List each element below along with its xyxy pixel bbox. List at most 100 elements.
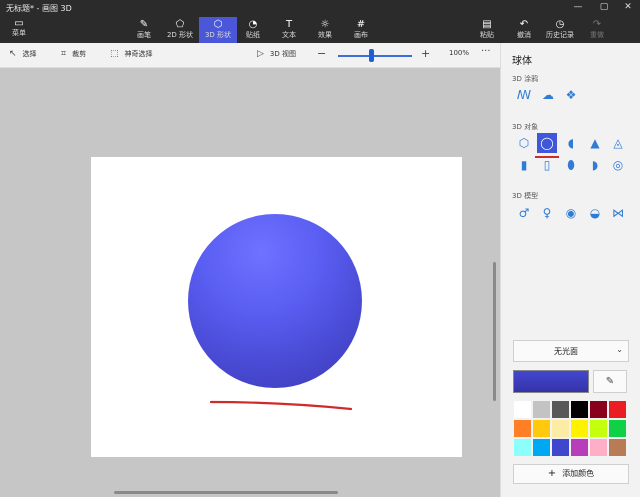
magic-select-label: 神奇选择 (124, 50, 153, 58)
pyramid-icon[interactable]: ◬ (608, 133, 628, 153)
models-section-label: 3D 模型 (512, 192, 539, 200)
tool-3d-shapes[interactable]: ⬡ 3D 形状 (199, 17, 237, 43)
color-swatch[interactable] (513, 438, 532, 457)
add-color-button[interactable]: + 添加颜色 (513, 464, 629, 484)
eyedropper-button[interactable]: ✎ (593, 370, 627, 393)
zoom-slider-thumb[interactable] (369, 49, 375, 62)
zoom-out-button[interactable]: − (317, 47, 326, 60)
select-label: 选择 (22, 50, 37, 58)
vertical-scrollbar[interactable] (493, 262, 496, 401)
redo-button[interactable]: ↷ 重做 (580, 17, 614, 43)
paste-button[interactable]: ▤ 粘贴 (470, 17, 504, 43)
tool-label: 画布 (354, 31, 368, 39)
crop-icon: ⌗ (61, 49, 67, 59)
3d-view-button[interactable]: ▷ 3D 视图 (257, 49, 296, 59)
fish-model-icon[interactable]: ⋈ (608, 203, 628, 223)
cube-icon[interactable]: ⬡ (514, 133, 534, 153)
color-swatch[interactable] (589, 419, 608, 438)
tool-label: 2D 形状 (166, 31, 194, 39)
cone-icon[interactable]: ▲ (585, 133, 605, 153)
doodle-section-label: 3D 涂鸦 (512, 75, 539, 83)
tool-canvas[interactable]: # 画布 (344, 17, 378, 43)
soft-doodle-icon[interactable]: ☁ (538, 85, 558, 105)
sticker-icon: ◔ (248, 19, 258, 30)
3d-view-label: 3D 视图 (269, 50, 296, 58)
tool-brushes[interactable]: ✎ 画笔 (127, 17, 161, 43)
dog-model-icon[interactable]: ◉ (561, 203, 581, 223)
toolbar: ↖ 选择 ⌗ 裁剪 ⬚ 神奇选择 ▷ 3D 视图 − + 100% ··· (0, 43, 500, 68)
undo-icon: ↶ (519, 19, 529, 30)
eyedropper-icon: ✎ (605, 376, 615, 387)
maximize-button[interactable]: ▢ (596, 2, 612, 12)
menu-label: 菜单 (12, 29, 26, 37)
2d-shapes-icon: ⬠ (175, 19, 185, 30)
tool-label: 效果 (318, 31, 332, 39)
minimize-button[interactable]: — (570, 2, 586, 12)
canvas-icon: # (356, 19, 366, 30)
color-swatch[interactable] (608, 438, 627, 457)
color-swatch[interactable] (608, 419, 627, 438)
cat-model-icon[interactable]: ◒ (585, 203, 605, 223)
annotation-underline (535, 156, 559, 158)
window-title: 无标题* - 画图 3D (6, 4, 72, 13)
color-swatch[interactable] (532, 419, 551, 438)
effects-icon: ☼ (320, 19, 330, 30)
color-swatch[interactable] (551, 400, 570, 419)
tool-2d-shapes[interactable]: ⬠ 2D 形状 (163, 17, 197, 43)
tool-label: 粘贴 (480, 31, 494, 39)
tool-label: 撤消 (517, 31, 531, 39)
3d-shapes-icon: ⬡ (213, 19, 223, 30)
tool-stickers[interactable]: ◔ 贴纸 (236, 17, 270, 43)
add-color-label: 添加颜色 (562, 469, 595, 478)
undo-button[interactable]: ↶ 撤消 (507, 17, 541, 43)
color-swatch[interactable] (589, 438, 608, 457)
magic-select-button[interactable]: ⬚ 神奇选择 (110, 49, 153, 59)
tube-icon[interactable]: ▯ (537, 155, 557, 175)
color-swatch[interactable] (532, 438, 551, 457)
color-swatch[interactable] (551, 419, 570, 438)
select-button[interactable]: ↖ 选择 (9, 49, 37, 59)
cursor-icon: ↖ (9, 49, 17, 59)
zoom-value: 100% (449, 49, 470, 57)
color-swatch[interactable] (532, 400, 551, 419)
color-palette (513, 400, 629, 457)
redo-icon: ↷ (592, 19, 602, 30)
sphere-icon[interactable]: ◯ (537, 133, 557, 153)
selected-color-preview[interactable] (513, 370, 589, 393)
workspace[interactable] (0, 68, 500, 497)
color-swatch[interactable] (513, 419, 532, 438)
woman-model-icon[interactable]: ♀ (537, 203, 557, 223)
annotation-underline (209, 400, 353, 411)
objects-section-label: 3D 对象 (512, 123, 539, 131)
more-options-button[interactable]: ··· (481, 46, 491, 57)
history-button[interactable]: ◷ 历史记录 (543, 17, 577, 43)
tool-effects[interactable]: ☼ 效果 (308, 17, 342, 43)
bent-tube-icon[interactable]: ◗ (585, 155, 605, 175)
color-swatch[interactable] (570, 419, 589, 438)
color-swatch[interactable] (513, 400, 532, 419)
hemisphere-icon[interactable]: ◖ (561, 133, 581, 153)
crop-button[interactable]: ⌗ 裁剪 (61, 49, 86, 59)
folder-icon: ▭ (14, 18, 24, 29)
color-swatch[interactable] (570, 400, 589, 419)
color-swatch[interactable] (551, 438, 570, 457)
man-model-icon[interactable]: ♂ (514, 203, 534, 223)
sharp-doodle-icon[interactable]: ꟿ (514, 85, 534, 105)
zoom-slider[interactable] (338, 55, 412, 57)
capsule-icon[interactable]: ⬮ (561, 155, 581, 175)
material-value: 无光面 (554, 347, 578, 356)
menu-button[interactable]: ▭ 菜单 (8, 18, 30, 38)
cylinder-icon[interactable]: ▮ (514, 155, 534, 175)
tube-doodle-icon[interactable]: ❖ (561, 85, 581, 105)
color-swatch[interactable] (608, 400, 627, 419)
material-dropdown[interactable]: 无光面 ⌄ (513, 340, 629, 362)
horizontal-scrollbar[interactable] (114, 491, 338, 494)
color-swatch[interactable] (589, 400, 608, 419)
close-button[interactable]: ✕ (620, 2, 636, 12)
canvas[interactable] (91, 157, 462, 457)
color-swatch[interactable] (570, 438, 589, 457)
donut-icon[interactable]: ◎ (608, 155, 628, 175)
tool-text[interactable]: T 文本 (272, 17, 306, 43)
zoom-in-button[interactable]: + (421, 47, 430, 60)
brush-icon: ✎ (139, 19, 149, 30)
